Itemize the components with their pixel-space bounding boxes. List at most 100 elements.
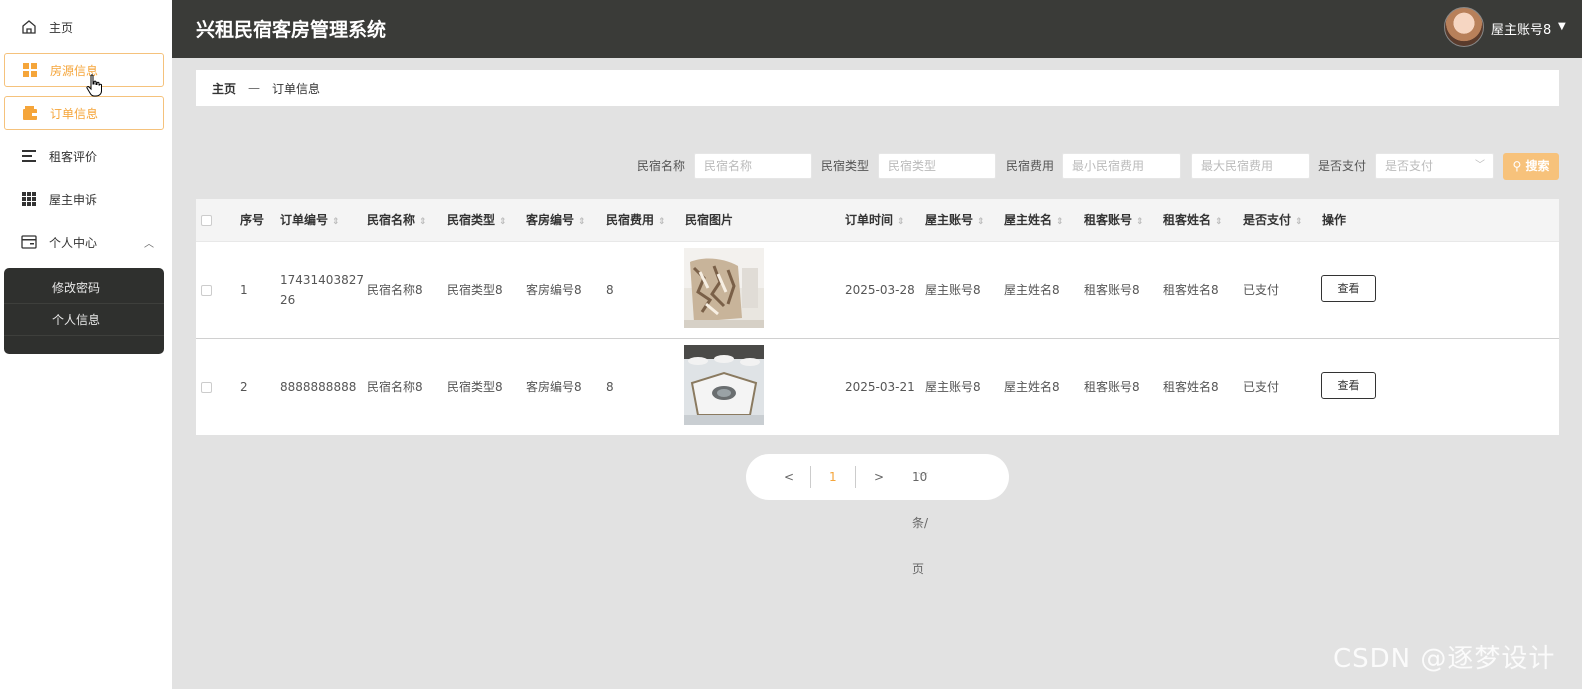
search-button-label: 搜索	[1525, 159, 1550, 173]
sidebar-item-reviews[interactable]: 租客评价	[4, 139, 164, 173]
sidebar-item-label: 主页	[49, 20, 74, 35]
cell-name: 民宿名称8	[367, 380, 423, 394]
cell-no: 2	[240, 380, 248, 394]
name-label: 民宿名称	[637, 159, 686, 173]
card-icon	[21, 234, 37, 250]
cell-name: 民宿名称8	[367, 283, 423, 297]
header-no: 序号	[240, 213, 265, 227]
paid-select-value: 是否支付	[1385, 159, 1434, 173]
header-fee[interactable]: 民宿费用 ⇕	[606, 199, 666, 243]
caret-down-icon[interactable]: ▼	[1558, 21, 1566, 32]
name-input[interactable]: 民宿名称	[694, 153, 812, 179]
cell-owner-name: 屋主姓名8	[1004, 283, 1060, 297]
header-type[interactable]: 民宿类型 ⇕	[447, 199, 507, 243]
breadcrumb-separator: —	[248, 81, 261, 95]
table-header: 序号 订单编号 ⇕ 民宿名称 ⇕ 民宿类型 ⇕ 客房编号 ⇕ 民宿费用 ⇕ 民宿图片 订单…	[196, 199, 1559, 241]
table-row: 2 8888888888 民宿名称8 民宿类型8 客房编号8 8 2025-03…	[196, 338, 1559, 435]
page-size-select[interactable]: 10条/页 ﹀	[912, 454, 928, 576]
sidebar: 主页 房源信息 订单信息 租客评价 屋主申诉 个人中心 ︿ 修改密码 个人信息	[0, 0, 172, 689]
cell-order: 1743140382726	[280, 273, 364, 307]
sidebar-item-complaints[interactable]: 屋主申诉	[4, 182, 164, 216]
watermark: CSDN @逐梦设计	[1333, 644, 1556, 674]
row-checkbox[interactable]	[201, 382, 212, 393]
cell-tenant-acc: 租客账号8	[1084, 283, 1140, 297]
room-photo[interactable]	[684, 345, 764, 425]
view-button[interactable]: 查看	[1321, 372, 1376, 399]
prev-page-button[interactable]: <	[784, 454, 794, 500]
cell-paid: 已支付	[1243, 380, 1280, 394]
sidebar-item-profile[interactable]: 个人中心 ︿	[4, 225, 164, 259]
paid-label: 是否支付	[1318, 159, 1367, 173]
cell-time: 2025-03-21	[845, 380, 915, 394]
sidebar-item-listings[interactable]: 房源信息	[4, 53, 164, 87]
type-label: 民宿类型	[821, 159, 870, 173]
room-photo[interactable]	[684, 248, 764, 328]
type-input[interactable]: 民宿类型	[878, 153, 996, 179]
home-icon	[21, 19, 37, 35]
header-order[interactable]: 订单编号 ⇕	[280, 199, 340, 243]
header-tenant-name[interactable]: 租客姓名 ⇕	[1163, 199, 1223, 243]
fee-label: 民宿费用	[1006, 159, 1055, 173]
search-button[interactable]: ⚲ 搜索	[1503, 153, 1559, 180]
header-action: 操作	[1322, 213, 1347, 227]
sort-icon: ⇕	[578, 217, 586, 227]
cell-no: 1	[240, 283, 248, 297]
sort-icon: ⇕	[1215, 217, 1223, 227]
header-paid[interactable]: 是否支付 ⇕	[1243, 199, 1303, 243]
row-checkbox[interactable]	[201, 285, 212, 296]
sort-icon: ⇕	[897, 217, 905, 227]
header-tenant-acc[interactable]: 租客账号 ⇕	[1084, 199, 1144, 243]
fee-min-input[interactable]: 最小民宿费用	[1062, 153, 1181, 179]
header-room[interactable]: 客房编号 ⇕	[526, 199, 586, 243]
sort-icon: ⇕	[1295, 217, 1303, 227]
grid-icon	[22, 62, 38, 78]
sort-icon: ⇕	[658, 217, 666, 227]
sort-icon: ⇕	[1136, 217, 1144, 227]
sort-icon: ⇕	[1056, 217, 1064, 227]
apps-icon	[21, 191, 37, 207]
profile-submenu: 修改密码 个人信息	[4, 268, 164, 354]
avatar[interactable]	[1444, 7, 1484, 47]
page-number-current[interactable]: 1	[829, 454, 837, 500]
cell-type: 民宿类型8	[447, 380, 503, 394]
sidebar-item-home[interactable]: 主页	[4, 10, 164, 44]
cell-fee: 8	[606, 380, 614, 394]
header-owner-acc[interactable]: 屋主账号 ⇕	[925, 199, 985, 243]
select-all-checkbox[interactable]	[201, 215, 212, 226]
page-size-value: 10条/页	[912, 470, 929, 576]
cell-owner-acc: 屋主账号8	[925, 380, 981, 394]
sidebar-item-label: 屋主申诉	[49, 192, 98, 207]
view-button[interactable]: 查看	[1321, 275, 1376, 302]
breadcrumb-home[interactable]: 主页	[212, 80, 236, 97]
submenu-item-personal-info[interactable]: 个人信息	[4, 304, 164, 336]
sidebar-item-label: 租客评价	[49, 149, 98, 164]
cell-owner-name: 屋主姓名8	[1004, 380, 1060, 394]
top-header: 兴租民宿客房管理系统 屋主账号8 ▼	[172, 0, 1582, 58]
cell-tenant-acc: 租客账号8	[1084, 380, 1140, 394]
orders-table: 序号 订单编号 ⇕ 民宿名称 ⇕ 民宿类型 ⇕ 客房编号 ⇕ 民宿费用 ⇕ 民宿图片 订单…	[196, 199, 1559, 435]
breadcrumb-current: 订单信息	[272, 81, 321, 96]
search-icon: ⚲	[1512, 159, 1522, 173]
cell-fee: 8	[606, 283, 614, 297]
next-page-button[interactable]: >	[874, 454, 884, 500]
hand-cursor-icon	[86, 74, 102, 101]
cell-order: 8888888888	[280, 380, 357, 394]
user-name[interactable]: 屋主账号8	[1491, 19, 1551, 38]
submenu-item-change-password[interactable]: 修改密码	[4, 272, 164, 304]
header-owner-name[interactable]: 屋主姓名 ⇕	[1004, 199, 1064, 243]
list-icon	[21, 148, 37, 164]
breadcrumb: 主页 — 订单信息	[196, 70, 1559, 106]
sidebar-item-orders[interactable]: 订单信息	[4, 96, 164, 130]
cell-tenant-name: 租客姓名8	[1163, 283, 1219, 297]
cell-room: 客房编号8	[526, 380, 582, 394]
header-name[interactable]: 民宿名称 ⇕	[367, 199, 427, 243]
pager-divider	[855, 466, 856, 488]
fee-max-input[interactable]: 最大民宿费用	[1191, 153, 1310, 179]
paid-select[interactable]: 是否支付 ﹀	[1375, 153, 1494, 179]
header-time[interactable]: 订单时间 ⇕	[845, 199, 905, 243]
table-row: 1 1743140382726 民宿名称8 民宿类型8 客房编号8 8 2025…	[196, 241, 1559, 338]
cell-time: 2025-03-28	[845, 283, 915, 297]
cell-owner-acc: 屋主账号8	[925, 283, 981, 297]
chevron-up-icon: ︿	[144, 239, 154, 250]
app-title: 兴租民宿客房管理系统	[196, 19, 387, 41]
